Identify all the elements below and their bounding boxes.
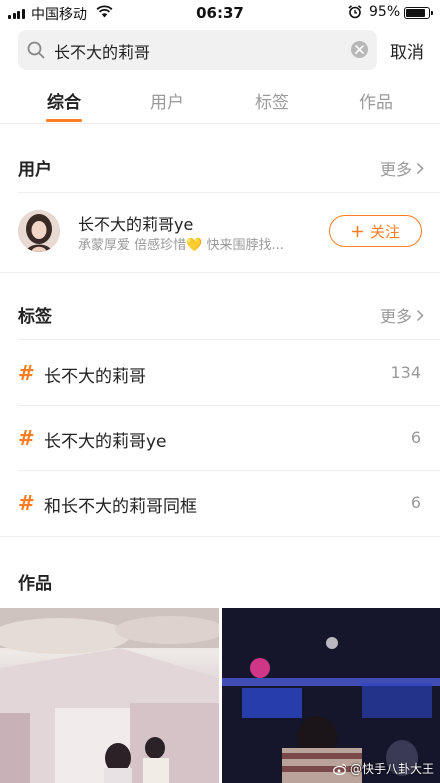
tag-count: 6 — [410, 493, 421, 512]
users-section-title: 用户 — [18, 160, 52, 180]
users-more-link[interactable]: 更多 — [380, 156, 424, 180]
watermark-text: @快手八卦大王 — [349, 762, 434, 776]
watermark: @快手八卦大王 — [333, 760, 434, 777]
tag-name: 长不大的莉哥 — [44, 367, 146, 387]
tab-users[interactable]: 用户 — [127, 88, 207, 113]
tag-count: 6 — [410, 428, 421, 447]
chevron-right-icon — [416, 162, 424, 174]
tag-count: 134 — [390, 363, 421, 382]
tags-more-label: 更多 — [379, 307, 412, 326]
divider — [18, 192, 440, 193]
search-tabs: 综合 用户 标签 作品 — [0, 78, 440, 124]
tab-tags[interactable]: 标签 — [232, 88, 312, 113]
cancel-button[interactable]: 取消 — [390, 38, 424, 63]
alarm-icon — [348, 5, 362, 23]
users-more-label: 更多 — [379, 160, 412, 179]
clear-icon[interactable] — [351, 41, 368, 58]
user-description: 承蒙厚爱 倍感珍惜💛 快来围脖找... — [78, 238, 284, 253]
tag-row[interactable]: # 长不大的莉哥ye 6 — [0, 405, 440, 471]
section-divider — [0, 536, 440, 537]
plus-icon — [351, 225, 363, 237]
avatar[interactable] — [18, 210, 60, 252]
active-tab-indicator — [46, 119, 82, 122]
search-input[interactable]: 长不大的莉哥 — [54, 39, 150, 63]
hashtag-icon: # — [18, 426, 35, 450]
follow-button[interactable]: 关注 — [329, 215, 422, 247]
follow-label: 关注 — [369, 222, 400, 241]
user-name[interactable]: 长不大的莉哥ye — [78, 211, 193, 235]
tags-more-link[interactable]: 更多 — [380, 303, 424, 327]
battery-percent: 95% — [369, 4, 401, 20]
search-icon — [27, 41, 45, 63]
section-divider — [0, 272, 440, 273]
hashtag-icon: # — [18, 491, 35, 515]
works-section-title: 作品 — [18, 574, 52, 594]
status-bar: 中国移动 06:37 95% — [0, 0, 440, 26]
tag-name: 长不大的莉哥ye — [44, 432, 167, 452]
tab-comprehensive[interactable]: 综合 — [24, 88, 104, 113]
work-thumbnail[interactable] — [0, 608, 219, 783]
tag-row[interactable]: # 长不大的莉哥 134 — [0, 340, 440, 406]
battery-icon — [404, 7, 433, 19]
tab-works[interactable]: 作品 — [336, 88, 416, 113]
work-thumbnail[interactable]: @快手八卦大王 — [222, 608, 440, 783]
chevron-right-icon — [416, 309, 424, 321]
tag-row[interactable]: # 和长不大的莉哥同框 6 — [0, 470, 440, 536]
hashtag-icon: # — [18, 361, 35, 385]
search-box[interactable]: 长不大的莉哥 — [18, 30, 377, 70]
tag-name: 和长不大的莉哥同框 — [44, 497, 197, 517]
tags-section-title: 标签 — [18, 307, 52, 327]
weibo-icon — [333, 763, 347, 775]
